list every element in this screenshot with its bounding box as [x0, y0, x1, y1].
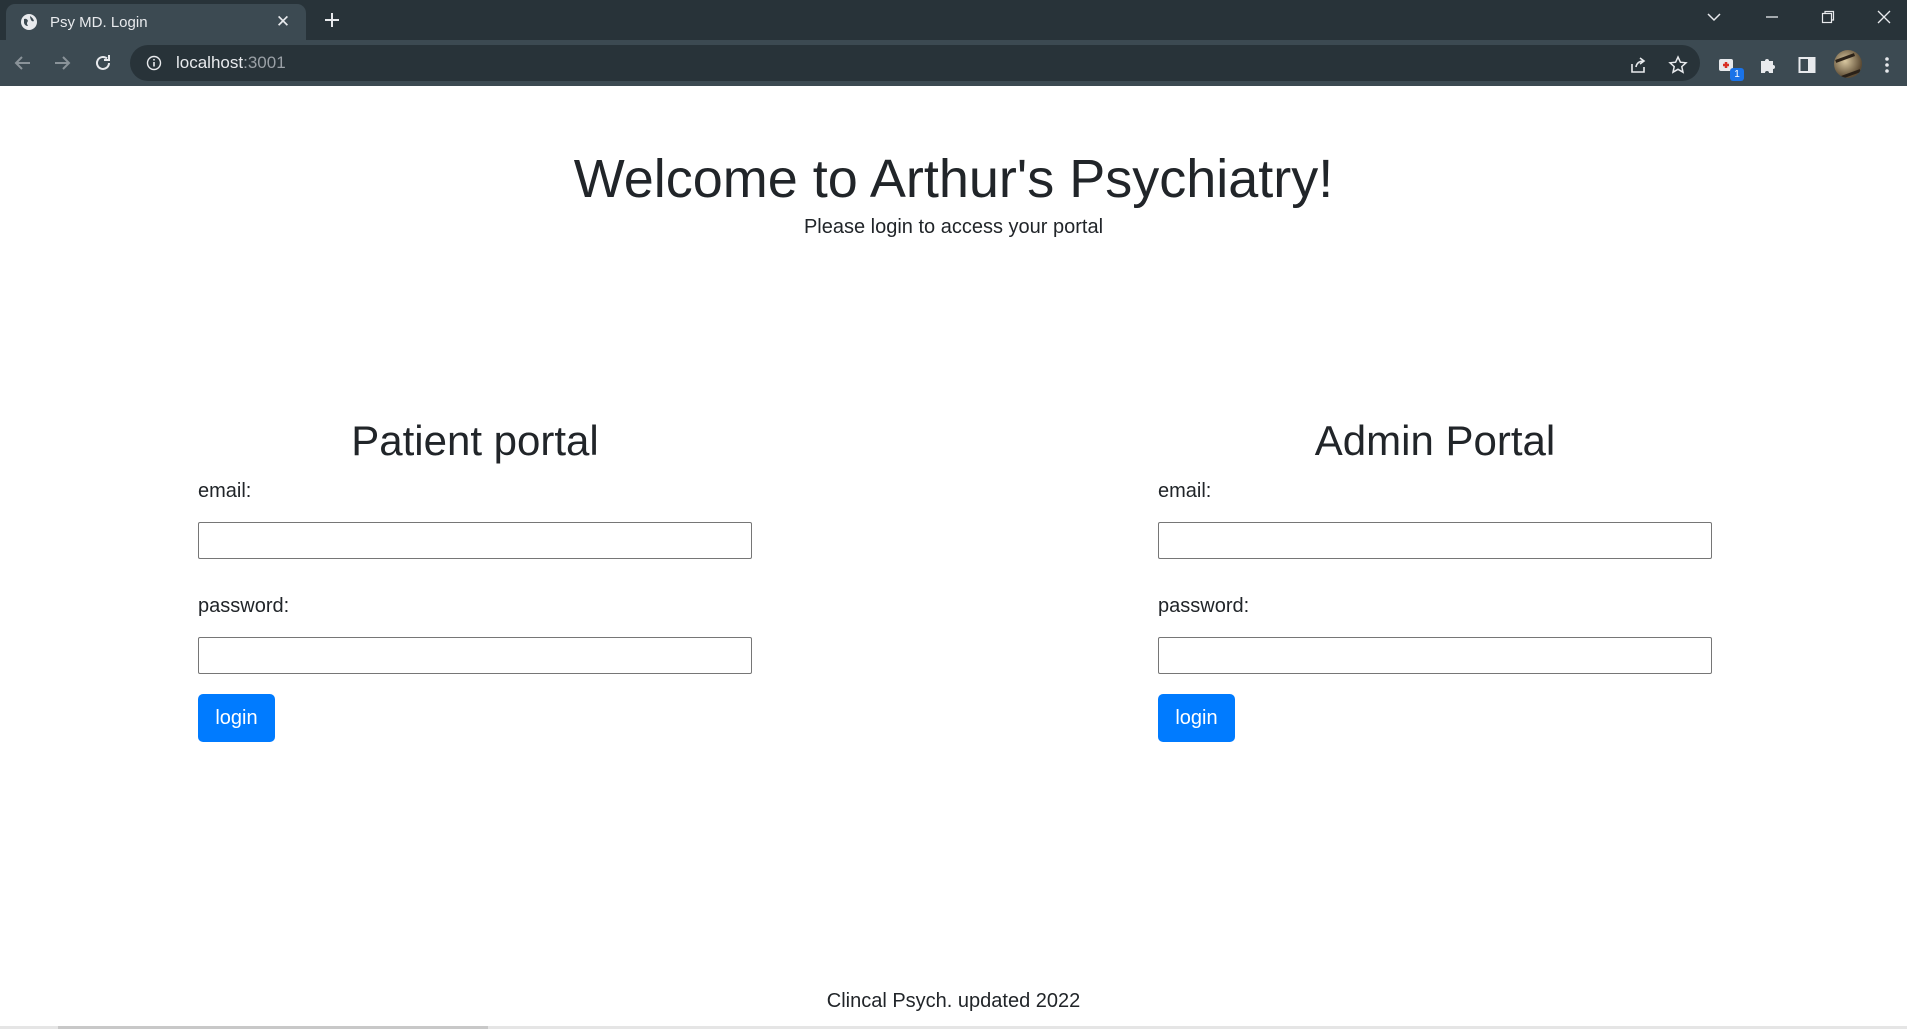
window-close-icon[interactable]: [1856, 0, 1907, 34]
extension-badge: 1: [1730, 68, 1744, 81]
extension-icon[interactable]: 1: [1716, 53, 1744, 81]
browser-toolbar: localhost:3001 1: [0, 40, 1907, 86]
restore-icon[interactable]: [1800, 0, 1856, 34]
info-icon[interactable]: [144, 53, 164, 73]
star-icon[interactable]: [1666, 53, 1690, 77]
admin-email-label: email:: [1158, 480, 1212, 503]
patient-password-input[interactable]: [198, 637, 752, 675]
admin-portal-heading: Admin Portal: [1314, 417, 1556, 464]
page-footer: Clincal Psych. updated 2022: [826, 990, 1081, 1012]
minimize-icon[interactable]: [1744, 0, 1800, 34]
url-text: localhost:3001: [176, 53, 286, 73]
patient-email-label: email:: [198, 480, 252, 503]
patient-portal-form: Patient portal email: password: login: [198, 416, 752, 743]
admin-portal-form: Admin Portal email: password: login: [1158, 416, 1712, 743]
kebab-menu-icon[interactable]: [1875, 53, 1899, 77]
plus-icon[interactable]: [318, 6, 346, 34]
admin-email-input[interactable]: [1158, 522, 1712, 560]
side-panel-icon[interactable]: [1795, 53, 1819, 77]
admin-password-label: password:: [1158, 595, 1250, 618]
close-icon[interactable]: ✕: [272, 11, 294, 33]
share-icon[interactable]: [1626, 53, 1650, 77]
profile-avatar[interactable]: [1834, 50, 1862, 78]
globe-icon: [20, 13, 38, 31]
patient-login-button[interactable]: login: [198, 694, 275, 743]
page-subtitle: Please login to access your portal: [803, 216, 1104, 238]
admin-login-button[interactable]: login: [1158, 694, 1235, 743]
url-host: localhost: [176, 53, 244, 72]
arrow-left-icon[interactable]: [8, 48, 38, 78]
browser-tab-strip: Psy MD. Login ✕: [0, 0, 1907, 40]
reload-icon[interactable]: [88, 48, 118, 78]
address-bar[interactable]: localhost:3001: [130, 45, 1700, 81]
browser-tab[interactable]: Psy MD. Login ✕: [6, 4, 306, 40]
url-port: :3001: [243, 53, 286, 72]
page-content: Welcome to Arthur's Psychiatry! Please l…: [0, 86, 1907, 1029]
puzzle-icon[interactable]: [1756, 53, 1780, 77]
chevron-down-icon[interactable]: [1686, 0, 1742, 34]
patient-password-label: password:: [198, 595, 290, 618]
patient-portal-heading: Patient portal: [351, 417, 599, 464]
tab-title: Psy MD. Login: [50, 13, 148, 31]
admin-password-input[interactable]: [1158, 637, 1712, 675]
arrow-right-icon[interactable]: [47, 48, 77, 78]
patient-email-input[interactable]: [198, 522, 752, 560]
page-title: Welcome to Arthur's Psychiatry!: [573, 149, 1334, 209]
